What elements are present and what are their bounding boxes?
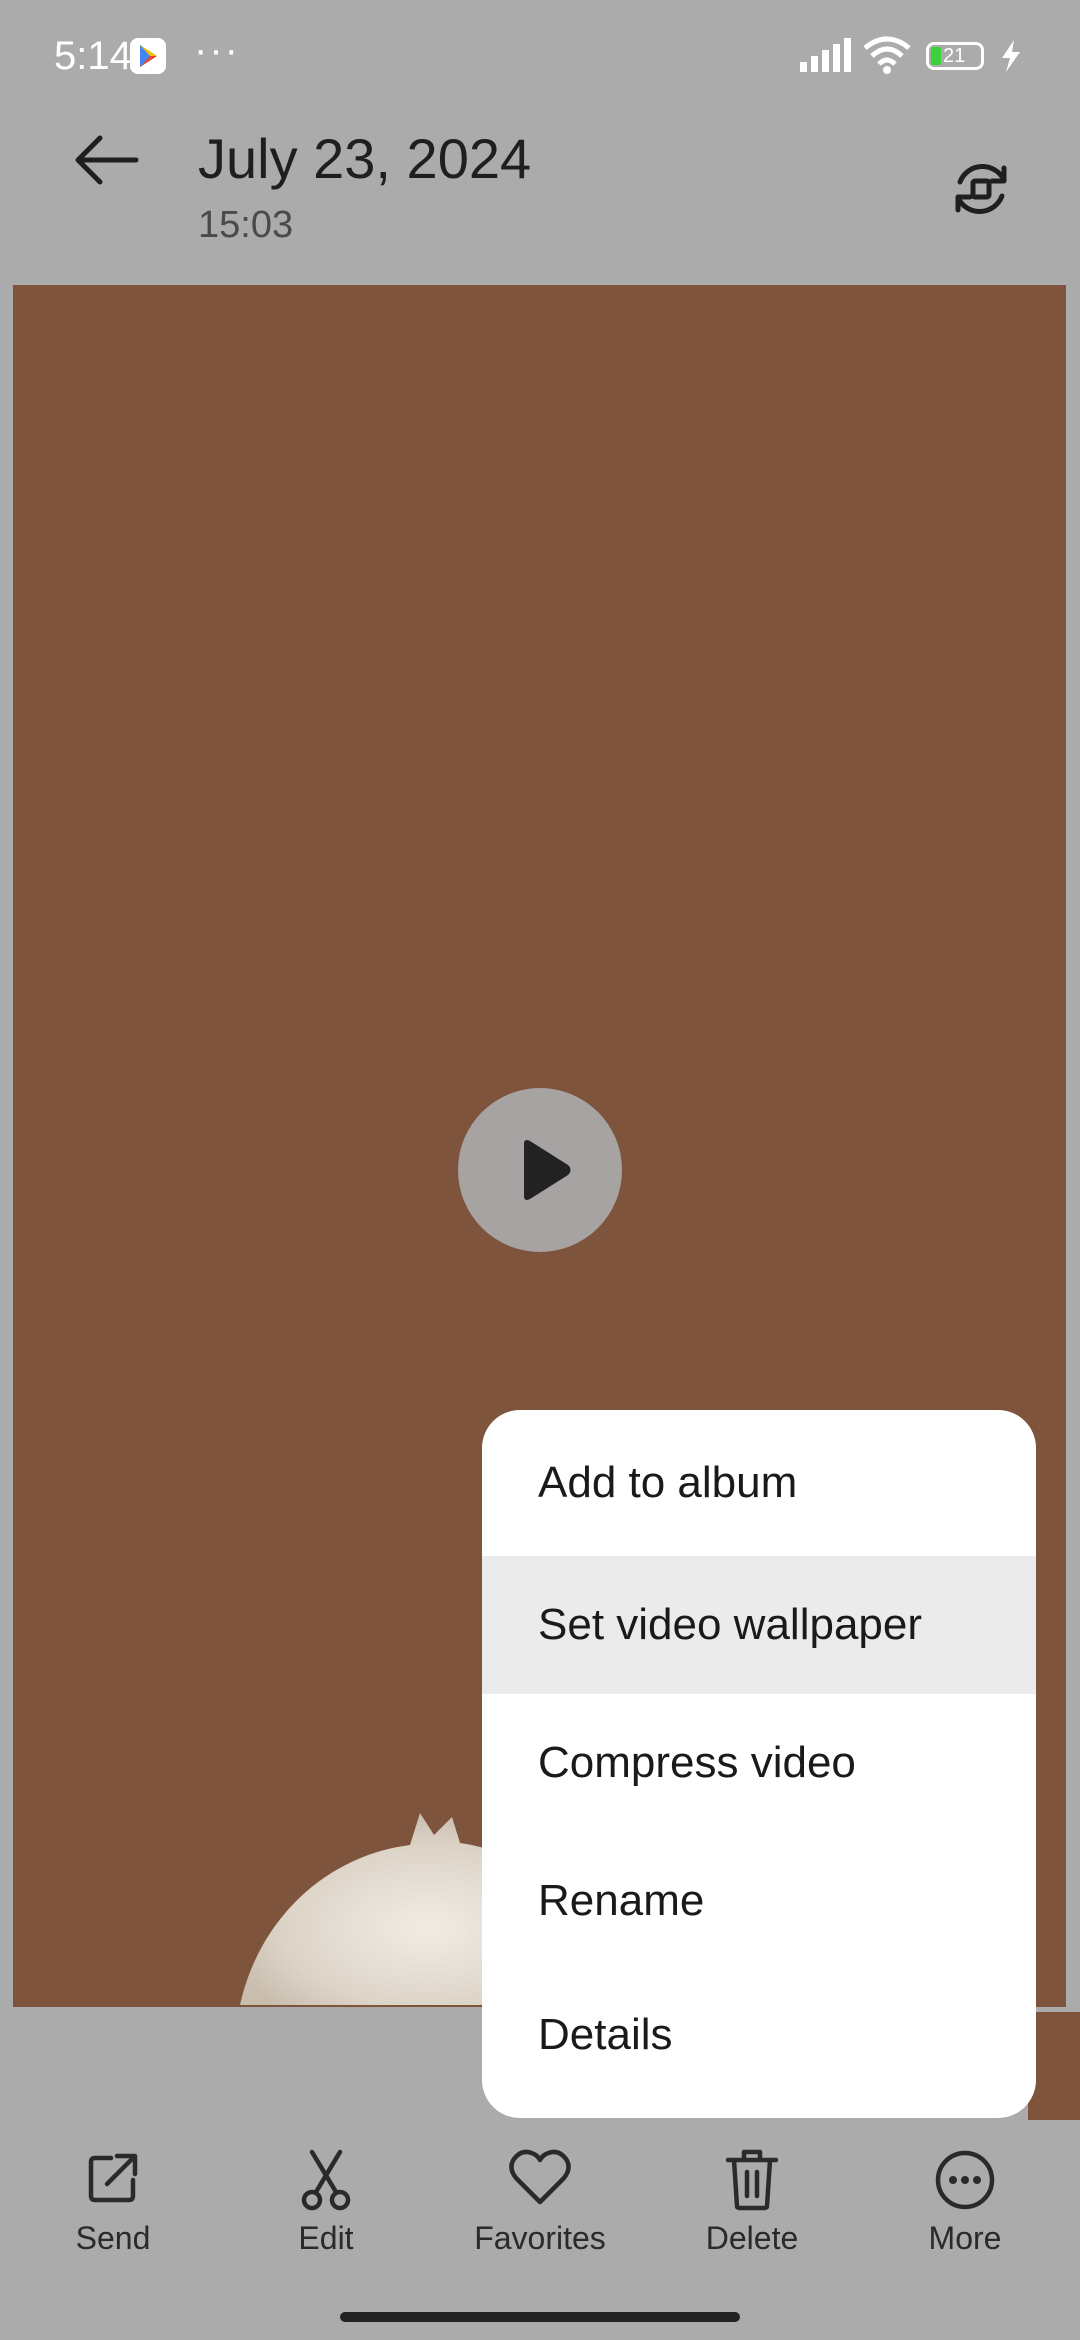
edit-label: Edit (298, 2220, 354, 2256)
more-circle-icon (935, 2150, 995, 2210)
menu-item-add-to-album[interactable]: Add to album (482, 1410, 1036, 1556)
menu-item-label: Rename (538, 1876, 705, 1925)
battery-level: 21 (943, 45, 966, 67)
overflow-dots-icon: ··· (194, 28, 240, 72)
page-subtitle-time: 15:03 (198, 204, 294, 246)
wifi-icon (862, 34, 912, 79)
delete-button[interactable]: Delete (672, 2140, 832, 2260)
send-label: Send (75, 2220, 151, 2256)
menu-item-label: Set video wallpaper (538, 1600, 923, 1649)
arrow-left-icon (75, 135, 139, 185)
trash-icon (725, 2149, 779, 2211)
page-title: July 23, 2024 (198, 127, 532, 190)
delete-label: Delete (705, 2220, 799, 2256)
share-icon (88, 2153, 138, 2203)
menu-item-label: Add to album (538, 1458, 798, 1507)
battery-icon: 21 (926, 42, 984, 70)
scissors-icon (301, 2149, 351, 2211)
google-play-icon (130, 38, 166, 74)
status-bar: 5:14 ··· 21 (0, 0, 1080, 120)
heart-icon (509, 2149, 571, 2205)
menu-item-compress-video[interactable]: Compress video (482, 1694, 1036, 1832)
menu-item-details[interactable]: Details (482, 1970, 1036, 2100)
menu-item-set-video-wallpaper[interactable]: Set video wallpaper (482, 1556, 1036, 1694)
rotate-icon (955, 164, 1007, 214)
rotate-button[interactable] (946, 154, 1016, 224)
send-button[interactable]: Send (33, 2140, 193, 2260)
favorites-button[interactable]: Favorites (460, 2140, 620, 2260)
more-button[interactable]: More (885, 2140, 1045, 2260)
back-button[interactable] (72, 130, 152, 200)
status-time: 5:14 (54, 34, 132, 78)
play-icon (524, 1140, 571, 1200)
menu-item-label: Details (538, 2010, 673, 2059)
menu-item-rename[interactable]: Rename (482, 1832, 1036, 1970)
favorites-label: Favorites (474, 2220, 606, 2256)
home-indicator[interactable] (340, 2312, 740, 2322)
play-button[interactable] (458, 1088, 622, 1252)
edit-button[interactable]: Edit (246, 2140, 406, 2260)
signal-icon (800, 38, 854, 77)
more-options-menu: Add to album Set video wallpaper Compres… (482, 1410, 1036, 2118)
menu-item-label: Compress video (538, 1738, 856, 1787)
charging-icon (1000, 40, 1022, 77)
more-label: More (928, 2220, 1002, 2256)
